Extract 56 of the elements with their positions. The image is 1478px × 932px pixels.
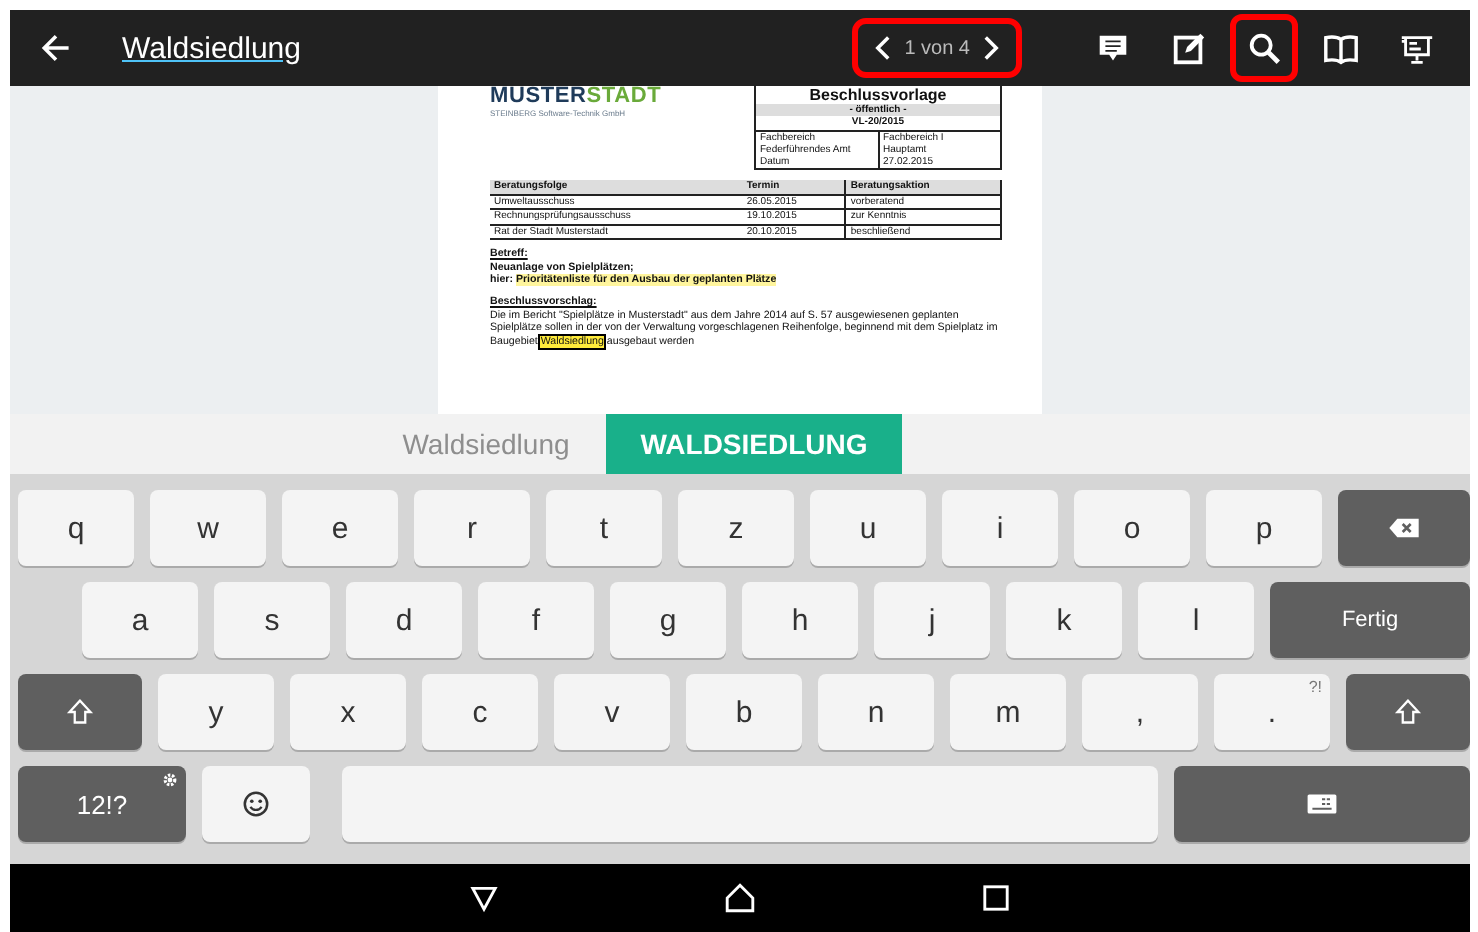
letter-key[interactable]: s [214,582,330,658]
letter-key[interactable]: , [1082,674,1198,750]
back-arrow-icon[interactable] [38,30,74,66]
recents-icon[interactable] [980,882,1012,914]
letter-key[interactable]: g [610,582,726,658]
letter-key[interactable]: j [874,582,990,658]
letter-key[interactable]: i [942,490,1058,566]
letter-key[interactable]: z [678,490,794,566]
letter-key[interactable]: t [546,490,662,566]
shift-key[interactable] [18,674,142,750]
shift-icon [1392,698,1424,726]
city-logo: MUSTERSTADT [490,86,662,108]
key-hint: ?! [1308,678,1322,696]
letter-key[interactable]: r [414,490,530,566]
home-icon[interactable] [724,882,756,914]
hide-key[interactable] [1174,766,1470,842]
letter-key[interactable]: b [686,674,802,750]
gear-icon [162,772,178,788]
letter-key[interactable]: q [18,490,134,566]
backspace-key[interactable] [1338,490,1470,566]
letter-key[interactable]: u [810,490,926,566]
search-button[interactable] [1230,14,1298,82]
letter-key[interactable]: l [1138,582,1254,658]
letter-key[interactable]: n [818,674,934,750]
letter-key[interactable]: c [422,674,538,750]
letter-key[interactable]: p [1206,490,1322,566]
shift-key[interactable] [1346,674,1470,750]
back-triangle-icon[interactable] [468,882,500,914]
search-icon [1245,29,1283,67]
shift-icon [64,698,96,726]
letter-key[interactable]: x [290,674,406,750]
letter-key[interactable]: m [950,674,1066,750]
edit-icon [1169,29,1207,67]
book-icon [1321,29,1359,67]
emoji-key[interactable] [202,766,310,842]
enter-key[interactable]: Fertig [1270,582,1470,658]
letter-key[interactable]: d [346,582,462,658]
letter-key[interactable]: e [282,490,398,566]
letter-key[interactable]: w [150,490,266,566]
smiley-icon [240,790,272,818]
letter-key[interactable]: k [1006,582,1122,658]
letter-key[interactable]: v [554,674,670,750]
letter-key[interactable]: . ?! [1214,674,1330,750]
next-page-icon[interactable] [982,34,1000,62]
letter-key[interactable]: h [742,582,858,658]
letter-key[interactable]: a [82,582,198,658]
letter-key[interactable]: o [1074,490,1190,566]
previous-page-icon[interactable] [874,34,893,62]
document-type: Beschlussvorlage [807,86,949,104]
backspace-icon [1388,514,1420,542]
letter-key[interactable]: y [158,674,274,750]
page-indicator: 1 von 4 [904,37,970,59]
keyboard-icon [1306,790,1338,818]
document-title-link[interactable]: Waldsiedlung [122,31,301,65]
letter-key[interactable]: f [478,582,594,658]
symbols-key[interactable]: 12!? [18,766,186,842]
